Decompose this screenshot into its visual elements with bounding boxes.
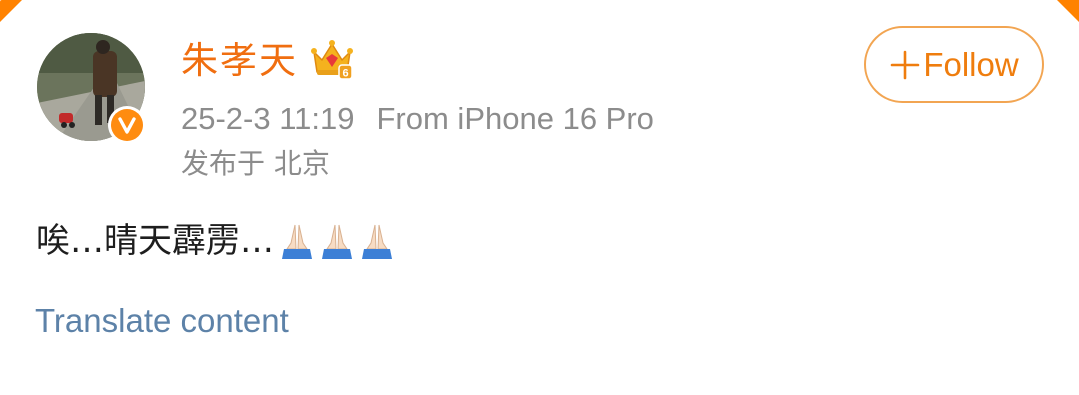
weibo-post-card: 朱孝天 6 Follow 25-2-3 11:19 From iPhone 16 … [0,0,1079,395]
folded-hands-emoji [322,224,352,259]
post-location: 发布于 北京 [181,147,330,180]
post-meta: 25-2-3 11:19 From iPhone 16 Pro [181,100,654,138]
vip-crown-icon[interactable]: 6 [310,38,354,82]
author-name[interactable]: 朱孝天 [181,39,298,83]
post-timestamp: 25-2-3 11:19 [181,101,355,136]
translate-content-link[interactable]: Translate content [35,301,289,341]
corner-accent [0,0,22,22]
emoji-group [276,221,396,261]
post-text: 唉…晴天霹雳… [36,221,274,261]
folded-hands-emoji [362,224,392,259]
post-source: From iPhone 16 Pro [376,101,654,136]
corner-accent [1057,0,1079,22]
verified-v-icon [111,109,143,141]
plus-icon [891,50,920,79]
post-content: 唉…晴天霹雳… [36,219,396,263]
verified-badge [108,106,146,144]
follow-label: Follow [923,45,1019,83]
follow-button[interactable]: Follow [864,26,1044,103]
folded-hands-emoji [282,224,312,259]
vip-level: 6 [342,68,348,80]
